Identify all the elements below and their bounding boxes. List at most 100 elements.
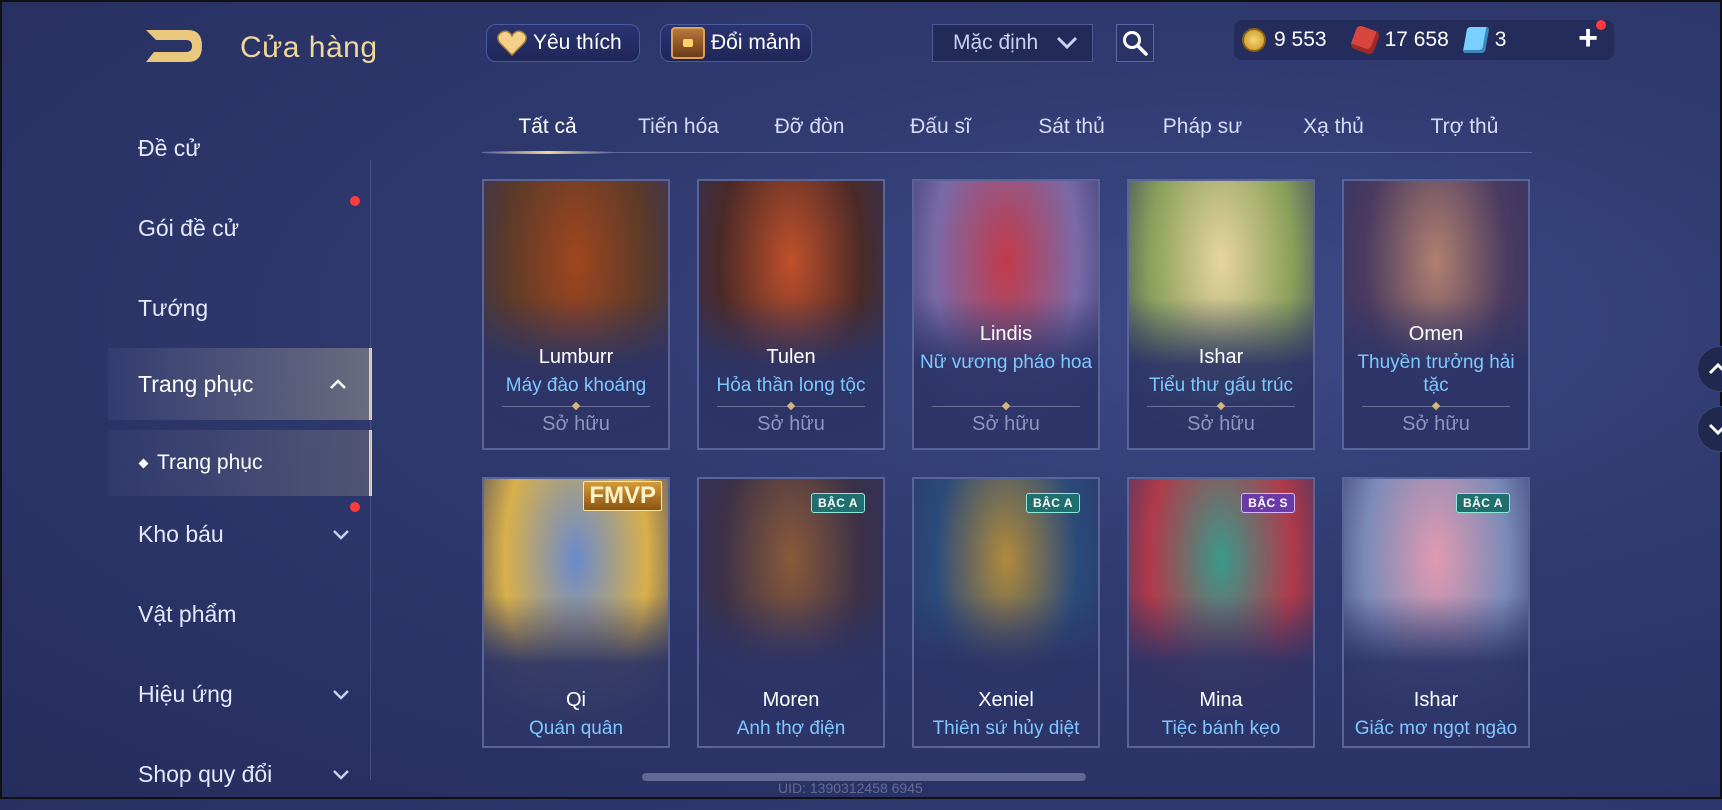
skin-name: Thuyền trưởng hải tặc: [1357, 352, 1515, 396]
tab-assassin[interactable]: Sát thủ: [1006, 108, 1137, 152]
skin-card[interactable]: Lumburr Máy đào khoáng Sở hữu: [482, 179, 670, 450]
sort-dropdown[interactable]: Mặc định: [932, 24, 1093, 62]
hero-name: Ishar: [1198, 346, 1244, 368]
hero-name: Tulen: [766, 346, 816, 368]
sidebar-item-heroes[interactable]: Tướng: [108, 272, 372, 344]
scroll-down-button[interactable]: [1697, 406, 1722, 452]
skin-card[interactable]: Omen Thuyền trưởng hải tặc Sở hữu: [1342, 179, 1530, 450]
sidebar-subitem-label: Trang phục: [157, 451, 263, 474]
owned-status: Sở hữu: [757, 413, 825, 435]
chevron-down-icon: [333, 770, 349, 780]
currency-bar: 9 553 17 658 3: [1234, 20, 1614, 60]
gold-currency: 9 553: [1242, 28, 1327, 52]
back-button[interactable]: [138, 22, 208, 70]
skin-name: Giấc mơ ngọt ngào: [1354, 718, 1518, 739]
skin-card[interactable]: Tulen Hỏa thần long tộc Sở hữu: [697, 179, 885, 450]
sidebar-item-featured-packs[interactable]: Gói đề cử: [108, 192, 372, 264]
skin-name: Máy đào khoáng: [505, 375, 647, 396]
hero-name: Mina: [1199, 689, 1243, 711]
exchange-button[interactable]: Đổi mảnh: [660, 24, 812, 62]
chevron-down-icon: [1708, 423, 1722, 436]
skin-name: Anh thợ điện: [736, 718, 846, 739]
skin-name: Hỏa thần long tộc: [716, 375, 866, 396]
tab-tank[interactable]: Đỡ đòn: [744, 108, 875, 152]
skin-name: Tiệc bánh kẹo: [1161, 718, 1281, 739]
hero-name: Omen: [1408, 323, 1464, 345]
sidebar-item-label: Tướng: [138, 294, 209, 321]
hero-name: Ishar: [1413, 689, 1459, 711]
card-separator: [1147, 406, 1295, 407]
tab-support[interactable]: Trợ thủ: [1399, 108, 1530, 152]
notification-dot: [350, 502, 360, 512]
owned-status: Sở hữu: [1187, 413, 1255, 435]
search-icon: [1123, 31, 1148, 56]
voucher-amount: 17 658: [1384, 28, 1449, 51]
owned-status: Sở hữu: [542, 413, 610, 435]
tab-all[interactable]: Tất cả: [482, 108, 613, 154]
favorites-label: Yêu thích: [533, 31, 622, 54]
skin-name: Nữ vương pháo hoa: [919, 352, 1093, 373]
sidebar-item-featured[interactable]: Đề cử: [108, 112, 372, 184]
card-separator: [1362, 406, 1510, 407]
sidebar-item-label: Hiệu ứng: [138, 680, 233, 707]
skin-card[interactable]: BẬC S Mina Tiệc bánh kẹo: [1127, 477, 1315, 748]
tab-evolution[interactable]: Tiến hóa: [613, 108, 744, 152]
hero-name: Lindis: [979, 323, 1033, 345]
heart-icon: [497, 30, 527, 56]
skin-card[interactable]: Lindis Nữ vương pháo hoa Sở hữu: [912, 179, 1100, 450]
tab-fighter[interactable]: Đấu sĩ: [875, 108, 1006, 152]
category-tabs: Tất cả Tiến hóa Đỡ đòn Đấu sĩ Sát thủ Ph…: [482, 108, 1532, 154]
chevron-down-icon: [1056, 36, 1078, 50]
chest-icon: [671, 27, 705, 59]
sidebar-divider: [370, 160, 371, 780]
sidebar-item-label: Vật phẩm: [138, 600, 237, 627]
search-button[interactable]: [1116, 24, 1154, 62]
tier-badge: BẬC A: [1455, 493, 1510, 513]
card-amount: 3: [1494, 28, 1507, 51]
fmvp-badge: FMVP: [583, 481, 662, 511]
hero-name: Lumburr: [538, 346, 614, 368]
notification-dot: [1596, 20, 1606, 30]
hero-name: Xeniel: [978, 689, 1034, 711]
notification-dot: [350, 196, 360, 206]
sidebar-item-label: Trang phục: [138, 370, 254, 397]
skin-card[interactable]: FMVP Qi Quán quân: [482, 477, 670, 748]
voucher-currency: 17 658: [1349, 24, 1449, 56]
card-separator: [502, 406, 650, 407]
page-title: Cửa hàng: [240, 31, 378, 64]
chevron-down-icon: [333, 530, 349, 540]
skin-name: Tiểu thư gấu trúc: [1148, 375, 1294, 396]
sidebar-item-label: Kho báu: [138, 520, 224, 547]
chevron-down-icon: [333, 690, 349, 700]
card-currency: 3: [1462, 27, 1507, 53]
back-arrow-icon: [146, 30, 202, 62]
hero-name: Qi: [566, 689, 586, 711]
sidebar-item-exchange-shop[interactable]: Shop quy đổi: [108, 738, 372, 810]
owned-status: Sở hữu: [972, 413, 1040, 435]
uid-watermark: UID: 1390312458 6945: [778, 780, 923, 796]
skin-card[interactable]: Ishar Tiểu thư gấu trúc Sở hữu: [1127, 179, 1315, 450]
bullet-icon: [138, 458, 149, 468]
favorites-button[interactable]: Yêu thích: [486, 24, 640, 62]
skin-card[interactable]: BẬC A Ishar Giấc mơ ngọt ngào: [1342, 477, 1530, 748]
tab-marksman[interactable]: Xạ thủ: [1268, 108, 1399, 152]
hero-name: Moren: [762, 689, 820, 711]
plus-icon: +: [1578, 19, 1598, 57]
tab-mage[interactable]: Pháp sư: [1137, 108, 1268, 152]
skin-card[interactable]: BẬC A Xeniel Thiên sứ hủy diệt: [912, 477, 1100, 748]
sidebar-item-label: Gói đề cử: [138, 214, 240, 241]
sidebar-item-effects[interactable]: Hiệu ứng: [108, 658, 372, 730]
sidebar-item-treasure[interactable]: Kho báu: [108, 498, 372, 570]
sidebar-item-items[interactable]: Vật phẩm: [108, 578, 372, 650]
sidebar-subitem-skins[interactable]: Trang phục: [108, 430, 372, 496]
tier-badge: BẬC S: [1241, 493, 1295, 513]
sort-value: Mặc định: [953, 31, 1039, 54]
sidebar-item-skins[interactable]: Trang phục: [108, 348, 372, 420]
skin-card[interactable]: BẬC A Moren Anh thợ điện: [697, 477, 885, 748]
scroll-up-button[interactable]: [1697, 346, 1722, 392]
skin-name: Thiên sứ hủy diệt: [932, 718, 1080, 739]
card-separator: [932, 406, 1080, 407]
card-separator: [717, 406, 865, 407]
owned-status: Sở hữu: [1402, 413, 1470, 435]
chevron-up-icon: [330, 379, 346, 389]
